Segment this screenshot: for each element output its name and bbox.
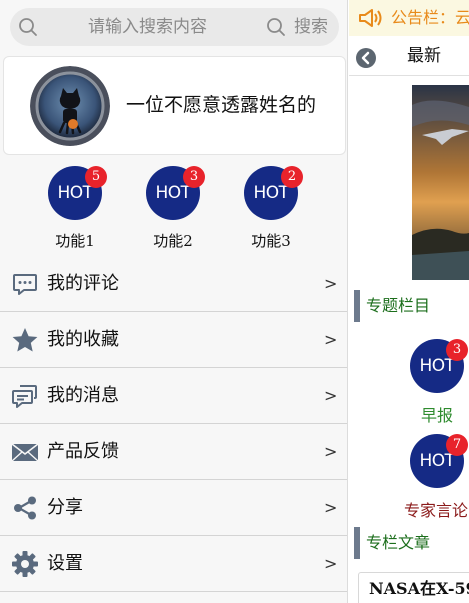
chevron-right-icon: >	[324, 386, 338, 405]
column-label: 早报	[421, 406, 454, 425]
section-title: 专题栏目	[366, 296, 431, 315]
gear-icon	[12, 551, 38, 577]
share-icon	[14, 496, 36, 520]
page-title: 最新	[407, 46, 441, 66]
feature-item-3[interactable]: HOT 2 功能3	[231, 166, 311, 256]
chevron-right-icon: >	[324, 330, 338, 349]
avatar[interactable]	[30, 66, 110, 146]
column-label: 专家言论	[404, 501, 469, 520]
menu-label: 分享	[47, 497, 83, 518]
feature-label: 功能1	[55, 232, 95, 250]
menu-label: 我的评论	[47, 273, 119, 294]
notice-text: 公告栏：云	[391, 8, 469, 27]
back-button[interactable]	[356, 48, 376, 68]
menu-label: 我的收藏	[47, 329, 119, 350]
notice-bar[interactable]: 公告栏：云	[349, 0, 469, 36]
section-articles: 专栏文章	[354, 527, 469, 559]
mail-icon	[11, 443, 39, 462]
drawer-menu: 我的评论 > 我的收藏 > 我的消息 > 产品反馈 > 分享 > 设置 >	[0, 256, 347, 592]
menu-item-messages[interactable]: 我的消息 >	[0, 368, 347, 424]
search-icon	[267, 18, 285, 36]
menu-item-share[interactable]: 分享 >	[0, 480, 347, 536]
main-page: 公告栏：云 最新 专题栏目 HOT 3 早报 HOT 7 专家言论 专栏文章 N…	[349, 0, 469, 603]
count-badge: 2	[281, 166, 303, 188]
chevron-left-icon	[361, 51, 370, 65]
count-badge: 3	[446, 339, 468, 361]
chevron-right-icon: >	[324, 274, 338, 293]
chevron-right-icon: >	[324, 442, 338, 461]
section-topics: 专题栏目	[354, 290, 469, 322]
section-title: 专栏文章	[366, 533, 431, 552]
count-badge: 3	[183, 166, 205, 188]
column-item-expert[interactable]: HOT 7 专家言论	[404, 434, 469, 524]
page-header: 最新	[349, 38, 469, 76]
article-title: NASA在X-59	[369, 579, 469, 598]
feature-item-2[interactable]: HOT 3 功能2	[133, 166, 213, 256]
search-bar[interactable]: 请输入搜索内容 搜索	[10, 8, 339, 46]
github-octocat-avatar	[30, 66, 110, 146]
search-input[interactable]: 请输入搜索内容	[88, 17, 207, 37]
chevron-right-icon: >	[324, 498, 338, 517]
menu-item-feedback[interactable]: 产品反馈 >	[0, 424, 347, 480]
side-drawer: 请输入搜索内容 搜索 一位不愿意透露姓名的 HOT 5 功能1 HOT 3 功能…	[0, 0, 348, 603]
feature-shortcuts: HOT 5 功能1 HOT 3 功能2 HOT 2 功能3	[0, 166, 347, 256]
menu-item-favorites[interactable]: 我的收藏 >	[0, 312, 347, 368]
comment-icon	[13, 274, 37, 295]
column-item-morning[interactable]: HOT 3 早报	[410, 339, 469, 429]
search-icon	[19, 18, 37, 36]
feature-label: 功能2	[153, 232, 193, 250]
chevron-right-icon: >	[324, 554, 338, 573]
count-badge: 7	[446, 434, 468, 456]
menu-label: 产品反馈	[47, 441, 119, 462]
menu-item-settings[interactable]: 设置 >	[0, 536, 347, 592]
menu-item-comments[interactable]: 我的评论 >	[0, 256, 347, 312]
count-badge: 5	[85, 166, 107, 188]
article-card[interactable]: NASA在X-59	[358, 572, 469, 603]
star-icon	[12, 328, 38, 352]
feature-item-1[interactable]: HOT 5 功能1	[35, 166, 115, 256]
menu-label: 设置	[47, 553, 83, 574]
username: 一位不愿意透露姓名的	[126, 94, 317, 116]
feature-label: 功能3	[251, 232, 291, 250]
feature-image[interactable]	[412, 85, 469, 280]
search-button[interactable]: 搜索	[294, 17, 328, 37]
message-icon	[12, 385, 37, 408]
menu-label: 我的消息	[47, 385, 119, 406]
speaker-icon	[359, 9, 382, 27]
profile-card[interactable]: 一位不愿意透露姓名的	[3, 56, 346, 155]
